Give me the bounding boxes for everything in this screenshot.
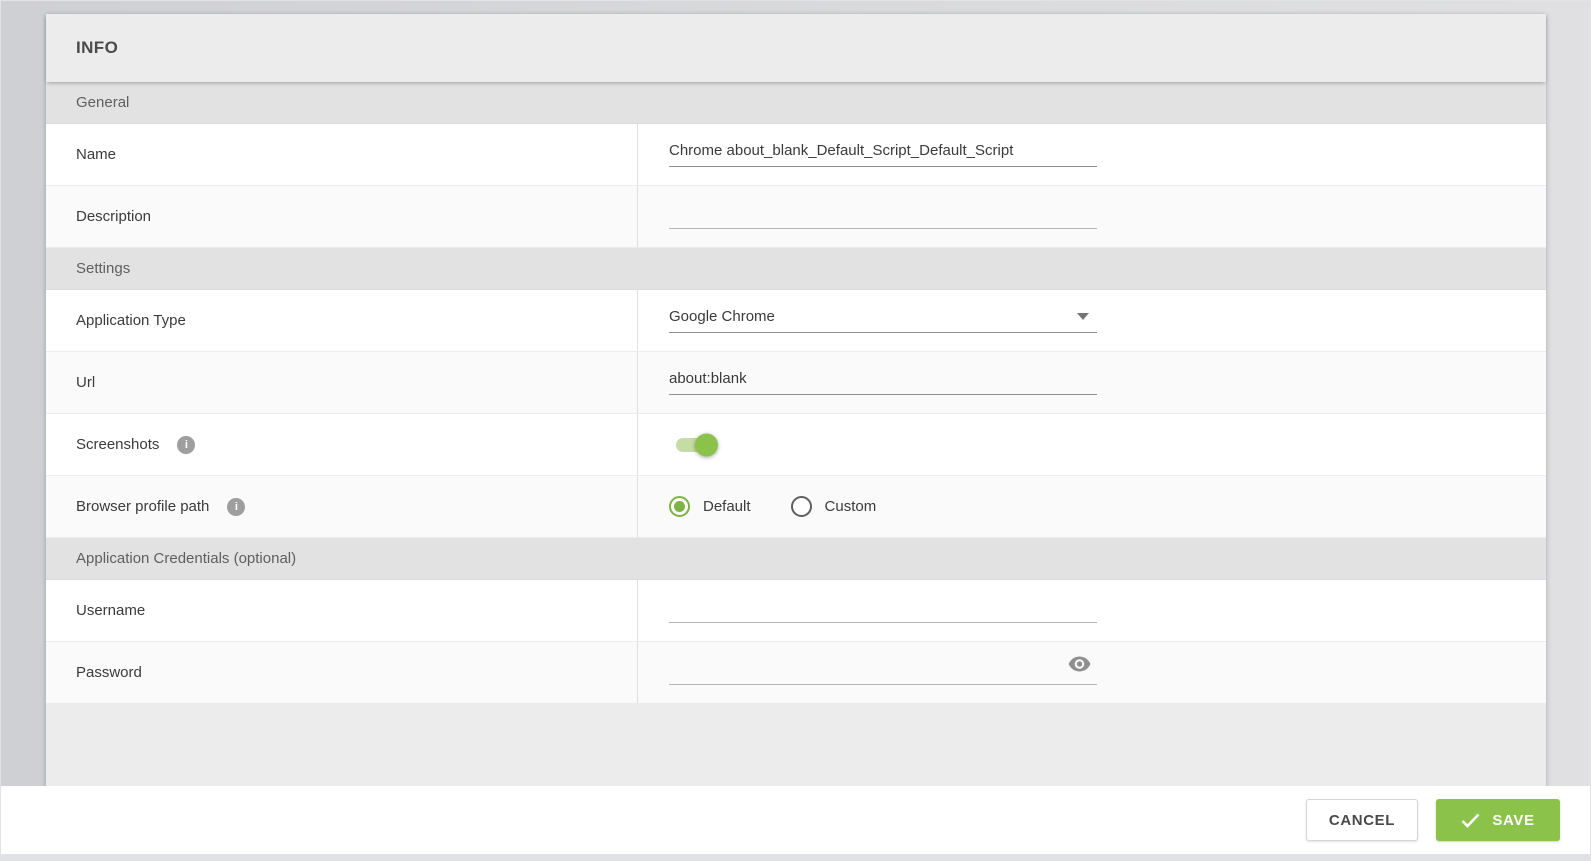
- password-input[interactable]: [669, 660, 1097, 685]
- screen: INFO General Name Description: [0, 0, 1591, 861]
- row-password: Password: [46, 642, 1546, 704]
- description-input[interactable]: [669, 204, 1097, 229]
- section-header-general: General: [46, 82, 1546, 124]
- row-browser-profile-path: Browser profile path i Default C: [46, 476, 1546, 538]
- browser-profile-path-value-cell: Default Custom: [638, 476, 1546, 537]
- radio-option-custom[interactable]: Custom: [791, 496, 877, 517]
- browser-profile-path-radio-group: Default Custom: [669, 496, 876, 517]
- panel-header: INFO: [46, 14, 1546, 82]
- eye-icon[interactable]: [1068, 656, 1091, 677]
- name-label: Name: [76, 146, 116, 163]
- description-field-wrap: [669, 204, 1097, 229]
- name-field-wrap: [669, 142, 1097, 167]
- row-screenshots: Screenshots i: [46, 414, 1546, 476]
- action-bar: CANCEL SAVE: [1, 786, 1590, 854]
- application-type-selected-value: Google Chrome: [669, 308, 775, 325]
- url-input[interactable]: [669, 370, 1097, 395]
- description-label: Description: [76, 208, 151, 225]
- chevron-down-icon: [1077, 313, 1089, 320]
- description-label-cell: Description: [46, 186, 638, 247]
- application-type-label: Application Type: [76, 312, 186, 329]
- radio-selected-icon: [669, 496, 690, 517]
- info-icon[interactable]: i: [177, 436, 195, 454]
- browser-profile-path-label-cell: Browser profile path i: [46, 476, 638, 537]
- toggle-knob: [695, 433, 718, 456]
- password-value-cell: [638, 642, 1546, 703]
- name-value-cell: [638, 124, 1546, 185]
- application-type-value-cell: Google Chrome: [638, 290, 1546, 351]
- description-value-cell: [638, 186, 1546, 247]
- radio-default-label: Default: [703, 498, 751, 515]
- panel-title: INFO: [76, 38, 118, 58]
- url-label: Url: [76, 374, 95, 391]
- username-label: Username: [76, 602, 145, 619]
- browser-profile-path-label: Browser profile path: [76, 498, 209, 515]
- url-label-cell: Url: [46, 352, 638, 413]
- password-label-cell: Password: [46, 642, 638, 703]
- application-type-label-cell: Application Type: [46, 290, 638, 351]
- row-application-type: Application Type Google Chrome: [46, 290, 1546, 352]
- save-button-label: SAVE: [1492, 812, 1534, 829]
- bottom-strip: [1, 854, 1590, 860]
- radio-unselected-icon: [791, 496, 812, 517]
- section-header-credentials: Application Credentials (optional): [46, 538, 1546, 580]
- username-label-cell: Username: [46, 580, 638, 641]
- check-icon: [1461, 813, 1480, 828]
- save-button[interactable]: SAVE: [1436, 799, 1560, 841]
- info-form: General Name Description: [46, 82, 1546, 704]
- info-icon[interactable]: i: [227, 498, 245, 516]
- application-type-select[interactable]: Google Chrome: [669, 308, 1097, 333]
- screenshots-toggle[interactable]: [676, 438, 712, 452]
- row-description: Description: [46, 186, 1546, 248]
- name-label-cell: Name: [46, 124, 638, 185]
- url-value-cell: [638, 352, 1546, 413]
- row-url: Url: [46, 352, 1546, 414]
- password-field-wrap: [669, 660, 1097, 685]
- cancel-button[interactable]: CANCEL: [1306, 799, 1418, 841]
- section-header-label: Application Credentials (optional): [76, 550, 296, 567]
- name-input[interactable]: [669, 142, 1097, 167]
- radio-custom-label: Custom: [825, 498, 877, 515]
- screenshots-label-cell: Screenshots i: [46, 414, 638, 475]
- screenshots-value-cell: [638, 414, 1546, 475]
- section-header-label: Settings: [76, 260, 130, 277]
- radio-dot: [674, 501, 685, 512]
- row-username: Username: [46, 580, 1546, 642]
- info-panel: INFO General Name Description: [46, 14, 1546, 788]
- section-header-settings: Settings: [46, 248, 1546, 290]
- password-label: Password: [76, 664, 142, 681]
- row-name: Name: [46, 124, 1546, 186]
- username-value-cell: [638, 580, 1546, 641]
- screenshots-label: Screenshots: [76, 436, 159, 453]
- url-field-wrap: [669, 370, 1097, 395]
- username-field-wrap: [669, 598, 1097, 623]
- section-header-label: General: [76, 94, 129, 111]
- radio-option-default[interactable]: Default: [669, 496, 751, 517]
- username-input[interactable]: [669, 598, 1097, 623]
